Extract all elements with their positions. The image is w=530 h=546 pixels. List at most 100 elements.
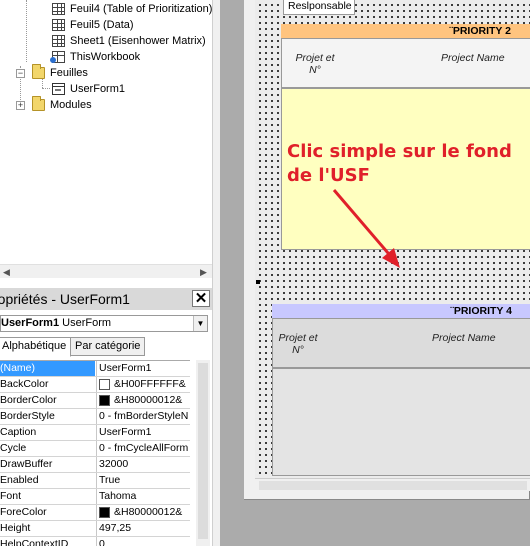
annotation-arrow-icon — [332, 189, 400, 268]
tab-par-categorie[interactable]: Par catégorie — [70, 337, 146, 356]
property-value[interactable]: 0 — [96, 537, 190, 546]
scroll-right-icon[interactable]: ▶ — [200, 267, 207, 278]
resize-handle[interactable] — [256, 280, 260, 284]
property-value[interactable]: &H80000012& — [96, 505, 190, 520]
property-name: BorderStyle — [0, 410, 55, 422]
property-value[interactable]: UserForm1 — [96, 361, 190, 376]
tree-item-label: Sheet1 (Eisenhower Matrix) — [70, 35, 206, 47]
property-value-text: Tahoma — [99, 490, 137, 502]
property-name: Enabled — [0, 474, 39, 486]
property-name: Font — [0, 490, 22, 502]
userform-icon — [52, 83, 65, 95]
tree-connector — [26, 0, 27, 62]
tree-item-feuil4[interactable]: Feuil4 (Table of Prioritization) — [52, 1, 212, 17]
tree-folder-modules[interactable]: Modules — [32, 96, 92, 113]
property-value[interactable]: &H00FFFFFF& — [96, 377, 190, 392]
folder-icon — [32, 64, 45, 79]
property-value-text: 0 - fmBorderStyleN — [99, 410, 189, 422]
folder-icon — [32, 96, 45, 111]
property-value[interactable]: &H80000012& — [96, 393, 190, 408]
tree-item-label: ThisWorkbook — [70, 51, 141, 63]
property-value-text: &H80000012& — [114, 506, 183, 518]
priority4-col-projet: Projet et N° — [278, 332, 318, 356]
property-value-text: UserForm1 — [99, 426, 152, 438]
priority4-col-project-name: Project Name — [432, 332, 496, 344]
property-name: BackColor — [0, 378, 49, 390]
property-row[interactable]: BackColor &H00FFFFFF& — [0, 377, 190, 393]
property-grid: (Name) UserForm1 BackColor &H00FFFFFF& B… — [0, 360, 190, 546]
property-value-text: 32000 — [99, 458, 129, 470]
priority2-col-project-name: Project Name — [441, 52, 505, 64]
property-value[interactable]: 0 - fmBorderStyleN — [96, 409, 190, 424]
sheet-icon — [52, 19, 65, 31]
scrollbar-thumb[interactable] — [198, 363, 208, 539]
property-row[interactable]: Cycle 0 - fmCycleAllForm — [0, 441, 190, 457]
responsable-label: Reslponsable — [283, 0, 355, 15]
property-value[interactable]: 32000 — [96, 457, 190, 472]
property-value[interactable]: Tahoma — [96, 489, 190, 504]
priority2-header: ¨PRIORITY 2 — [281, 24, 530, 38]
property-value[interactable]: 497,25 — [96, 521, 190, 536]
property-name: BorderColor — [0, 394, 57, 406]
chevron-down-icon[interactable]: ▼ — [193, 316, 207, 331]
property-row[interactable]: Height 497,25 — [0, 521, 190, 537]
property-row[interactable]: Enabled True — [0, 473, 190, 489]
property-row[interactable]: Caption UserForm1 — [0, 425, 190, 441]
tree-item-label: Feuil4 (Table of Prioritization) — [70, 3, 212, 15]
tree-item-label: Feuil5 (Data) — [70, 19, 134, 31]
property-value[interactable]: UserForm1 — [96, 425, 190, 440]
color-swatch — [99, 379, 110, 390]
property-value-text: 0 — [99, 538, 105, 546]
property-row[interactable]: (Name) UserForm1 — [0, 361, 190, 377]
tree-item-feuil5[interactable]: Feuil5 (Data) — [52, 17, 134, 33]
property-name: Cycle — [0, 442, 27, 454]
property-name: (Name) — [0, 361, 95, 376]
property-value-text: 0 - fmCycleAllForm — [99, 442, 189, 454]
close-icon[interactable]: ✕ — [192, 290, 210, 307]
tree-folder-feuilles[interactable]: Feuilles — [32, 64, 88, 81]
tree-item-label: Feuilles — [50, 67, 88, 79]
scrollbar-thumb[interactable] — [13, 267, 196, 277]
property-row[interactable]: ForeColor &H80000012& — [0, 505, 190, 521]
property-name: ForeColor — [0, 506, 47, 518]
tree-item-sheet1[interactable]: Sheet1 (Eisenhower Matrix) — [52, 33, 206, 49]
property-row[interactable]: DrawBuffer 32000 — [0, 457, 190, 473]
property-value-text: 497,25 — [99, 522, 132, 534]
workbook-icon — [50, 51, 65, 63]
property-value[interactable]: 0 - fmCycleAllForm — [96, 441, 190, 456]
object-selector[interactable]: UserForm1 UserForm ▼ — [0, 315, 208, 332]
property-grid-scrollbar[interactable] — [196, 360, 210, 546]
tree-item-label: UserForm1 — [70, 83, 126, 95]
tab-alphabetique[interactable]: Alphabétique — [0, 337, 72, 357]
tree-connector — [42, 88, 50, 89]
priority4-header: ¨PRIORITY 4 — [272, 304, 530, 318]
property-value[interactable]: True — [96, 473, 190, 488]
tree-item-userform1[interactable]: UserForm1 — [52, 81, 126, 97]
scrollbar-thumb[interactable] — [259, 481, 527, 490]
property-value-text: True — [99, 474, 121, 486]
collapse-icon[interactable]: − — [16, 69, 25, 78]
property-row[interactable]: HelpContextID 0 — [0, 537, 190, 546]
sheet-icon — [52, 3, 65, 15]
object-name: UserForm1 — [1, 317, 60, 329]
priority4-body[interactable] — [272, 368, 530, 476]
property-row[interactable]: BorderStyle 0 - fmBorderStyleN — [0, 409, 190, 425]
tree-item-label: Modules — [50, 99, 92, 111]
scroll-left-icon[interactable]: ◀ — [3, 267, 10, 278]
tree-horizontal-scrollbar[interactable]: ◀ ▶ — [0, 264, 212, 278]
tree-item-thisworkbook[interactable]: ThisWorkbook — [50, 49, 141, 65]
property-name: DrawBuffer — [0, 458, 53, 470]
property-value-text: UserForm1 — [99, 362, 152, 374]
pane-splitter[interactable] — [212, 0, 220, 546]
properties-title-bar: ropriétés - UserForm1 ✕ — [0, 288, 212, 310]
property-value-text: &H80000012& — [114, 394, 183, 406]
properties-tabs: Alphabétique Par catégorie — [0, 337, 212, 357]
priority2-col-projet: Projet et N° — [295, 52, 335, 76]
object-type: UserForm — [62, 317, 112, 329]
sheet-icon — [52, 35, 65, 47]
designer-horizontal-scrollbar[interactable] — [255, 478, 530, 491]
property-name: Height — [0, 522, 31, 534]
property-row[interactable]: Font Tahoma — [0, 489, 190, 505]
property-row[interactable]: BorderColor &H80000012& — [0, 393, 190, 409]
expand-icon[interactable]: + — [16, 101, 25, 110]
